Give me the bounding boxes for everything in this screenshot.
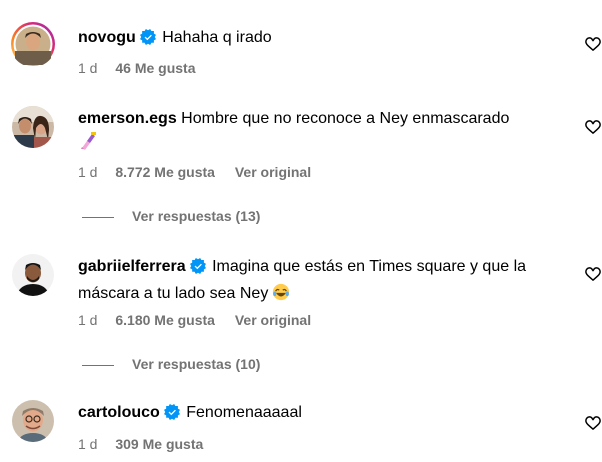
comment-username[interactable]: gabriielferrera — [78, 258, 186, 275]
comment-username[interactable]: emerson.egs — [78, 110, 177, 127]
comment-likes[interactable]: 8.772 Me gusta — [115, 164, 215, 180]
comment-item: cartolouco Fenomenaaaaal 1 d 309 Me gust… — [0, 390, 602, 462]
see-original-link[interactable]: Ver original — [235, 312, 311, 328]
comment-item: emerson.egs Hombre que no reconoce a Ney… — [0, 95, 602, 235]
view-replies-label: Ver respuestas (10) — [132, 356, 261, 372]
avatar[interactable] — [12, 400, 54, 442]
comment-username[interactable]: novogu — [78, 29, 136, 46]
comment-body: novogu Hahaha q irado — [78, 26, 548, 53]
replies-divider — [82, 216, 114, 218]
heart-outline-icon[interactable] — [584, 35, 602, 53]
verified-badge-icon — [139, 29, 156, 53]
comment-body: gabriielferrera Imagina que estás en Tim… — [78, 255, 548, 309]
comment-likes[interactable]: 309 Me gusta — [115, 436, 203, 452]
comment-time[interactable]: 1 d — [78, 60, 97, 76]
nail-polish-emoji — [78, 131, 98, 159]
avatar[interactable] — [10, 21, 56, 67]
comment-meta: 1 d 8.772 Me gusta Ver original — [78, 163, 311, 181]
comment-text: Hahaha q irado — [162, 29, 272, 46]
comment-time[interactable]: 1 d — [78, 312, 97, 328]
avatar[interactable] — [12, 254, 54, 296]
view-replies-label: Ver respuestas (13) — [132, 208, 261, 224]
verified-badge-icon — [163, 404, 180, 428]
replies-divider — [82, 364, 114, 366]
comment-time[interactable]: 1 d — [78, 164, 97, 180]
laughing-emoji — [272, 283, 290, 309]
see-original-link[interactable]: Ver original — [235, 164, 311, 180]
comment-text: Fenomenaaaaal — [186, 404, 302, 421]
comment-meta: 1 d 6.180 Me gusta Ver original — [78, 311, 311, 329]
comment-username[interactable]: cartolouco — [78, 404, 160, 421]
comment-likes[interactable]: 46 Me gusta — [115, 60, 195, 76]
comment-text: Hombre que no reconoce a Ney enmascarado — [181, 110, 510, 127]
heart-outline-icon[interactable] — [584, 118, 602, 136]
heart-outline-icon[interactable] — [584, 265, 602, 283]
comment-body: emerson.egs Hombre que no reconoce a Ney… — [78, 107, 548, 159]
comment-item: novogu Hahaha q irado 1 d 46 Me gusta — [0, 0, 602, 90]
view-replies-button[interactable]: Ver respuestas (10) — [82, 355, 260, 373]
comment-likes[interactable]: 6.180 Me gusta — [115, 312, 215, 328]
comment-time[interactable]: 1 d — [78, 436, 97, 452]
heart-outline-icon[interactable] — [584, 414, 602, 432]
view-replies-button[interactable]: Ver respuestas (13) — [82, 207, 260, 225]
comment-meta: 1 d 46 Me gusta — [78, 59, 212, 77]
avatar[interactable] — [12, 106, 54, 148]
comment-meta: 1 d 309 Me gusta — [78, 435, 219, 453]
comment-item: gabriielferrera Imagina que estás en Tim… — [0, 243, 602, 383]
verified-badge-icon — [189, 258, 206, 282]
comment-body: cartolouco Fenomenaaaaal — [78, 401, 548, 428]
